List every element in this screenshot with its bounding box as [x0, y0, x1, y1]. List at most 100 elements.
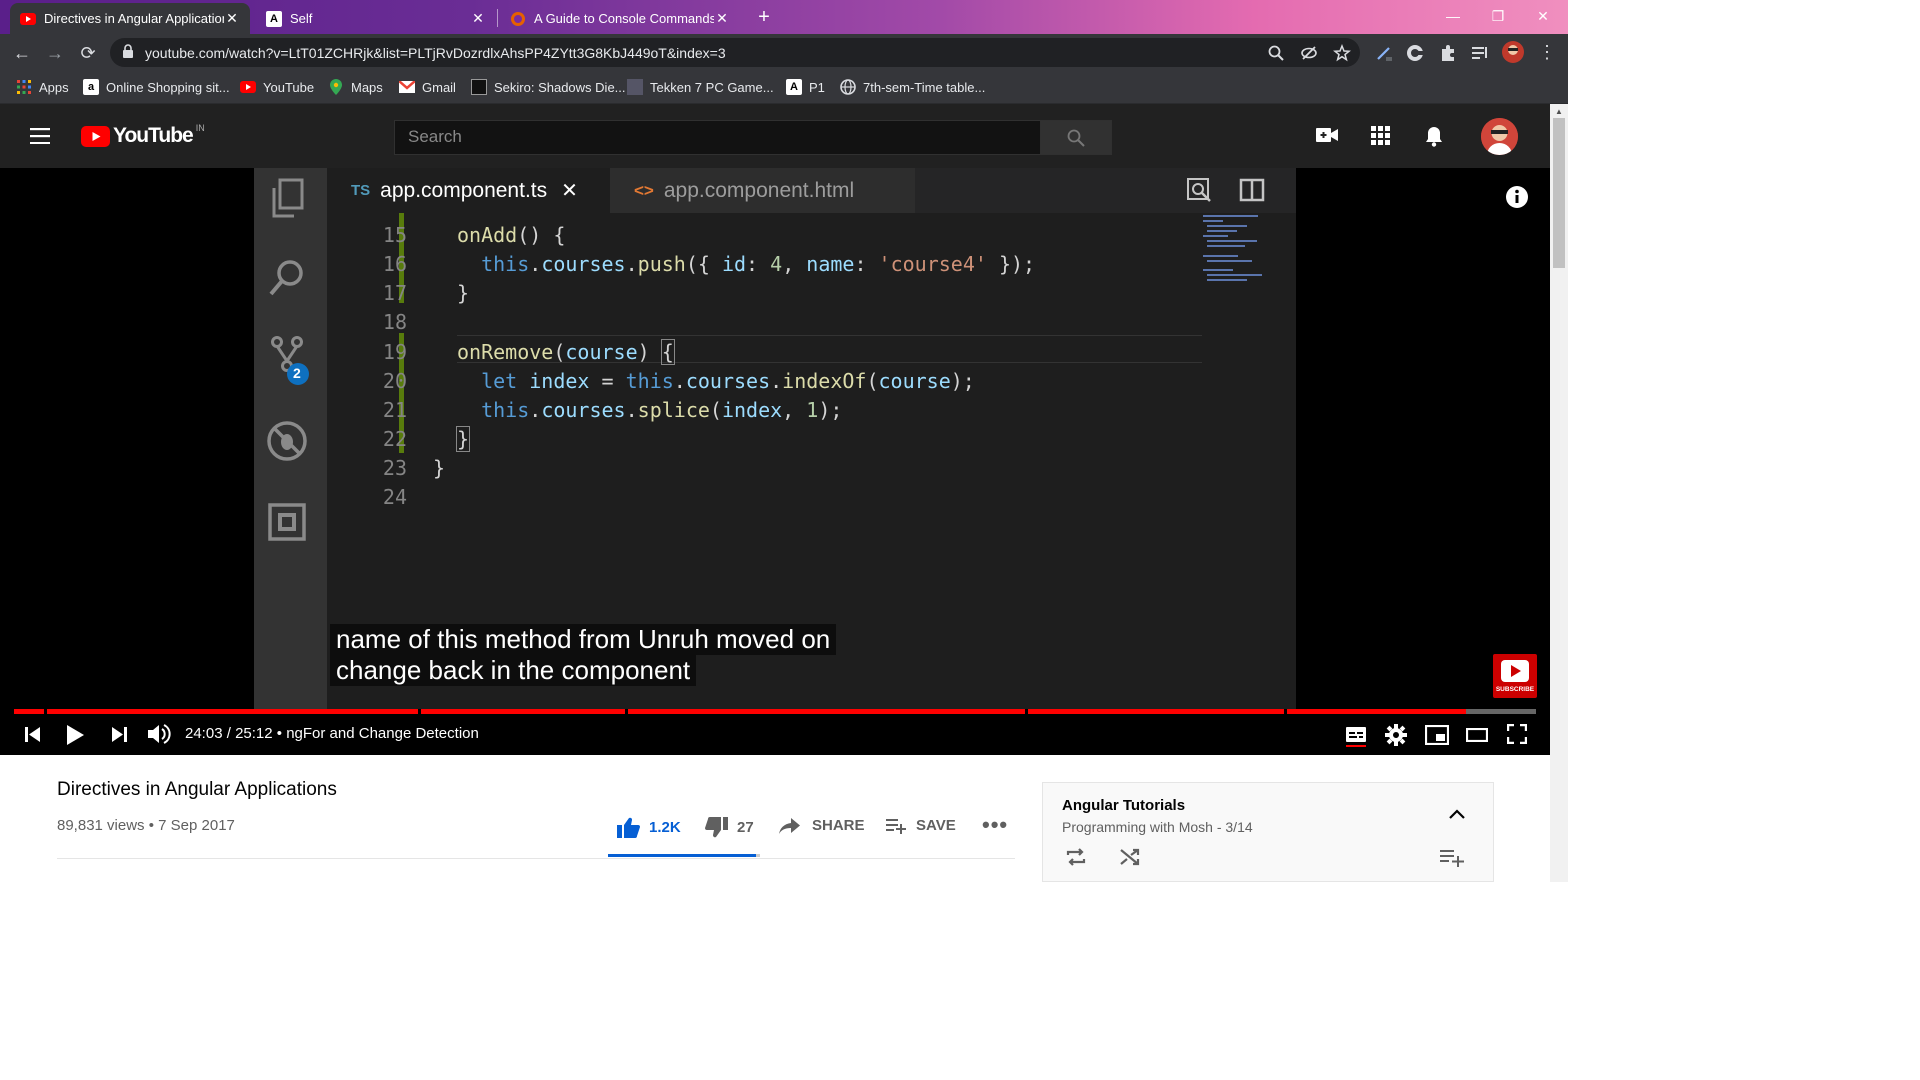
more-actions-icon[interactable]: ••• [982, 812, 1008, 838]
next-icon[interactable] [110, 726, 128, 743]
miniplayer-icon[interactable] [1425, 725, 1449, 745]
bookmark-youtube[interactable]: YouTube [240, 78, 314, 96]
chrome-menu-icon[interactable]: ⋮ [1538, 43, 1558, 63]
progress-played [14, 709, 1466, 714]
close-window-button[interactable]: ✕ [1520, 0, 1566, 32]
thumbs-down-icon [705, 817, 728, 838]
search-input[interactable]: Search [394, 120, 1041, 155]
chapter-title[interactable]: ngFor and Change Detection [286, 725, 479, 742]
theater-mode-icon[interactable] [1466, 728, 1488, 742]
create-video-icon[interactable] [1316, 126, 1338, 144]
playlist-add-icon[interactable] [1440, 849, 1464, 867]
shuffle-icon[interactable] [1119, 847, 1141, 867]
extensions-puzzle-icon[interactable] [1438, 43, 1458, 63]
tracking-off-icon[interactable] [1300, 44, 1318, 62]
bookmark-tekken[interactable]: Tekken 7 PC Game... [627, 78, 774, 96]
scrollbar-thumb[interactable] [1553, 118, 1565, 268]
sekiro-icon [471, 79, 487, 95]
sync-extension-icon[interactable] [1405, 43, 1425, 63]
minimize-button[interactable]: — [1430, 0, 1476, 32]
pen-extension-icon[interactable] [1374, 43, 1394, 63]
bookmark-sekiro[interactable]: Sekiro: Shadows Die... [471, 78, 626, 96]
new-tab-button[interactable]: + [752, 5, 776, 29]
tab-title: Self [290, 11, 313, 26]
bookmark-label: Online Shopping sit... [106, 79, 230, 95]
avatar[interactable] [1481, 118, 1518, 155]
chapter-marker [418, 709, 421, 714]
browser-tab[interactable]: A Guide to Console Commands | ✕ [500, 3, 740, 34]
bookmark-amazon[interactable]: a Online Shopping sit... [83, 78, 230, 96]
youtube-logo[interactable]: YouTube IN [81, 123, 205, 148]
bookmark-apps[interactable]: Apps [16, 78, 69, 96]
thumbs-up-icon [617, 817, 640, 838]
chevron-up-icon[interactable] [1449, 809, 1465, 819]
progress-bar[interactable] [14, 709, 1536, 714]
line-number: 20 [382, 369, 407, 393]
profile-avatar-icon[interactable] [1502, 41, 1524, 63]
playlist-channel[interactable]: Programming with Mosh [1062, 819, 1213, 835]
bookmark-label: Apps [39, 79, 69, 95]
line-number: 19 [382, 340, 407, 364]
back-button[interactable]: ← [9, 40, 35, 66]
chapter-marker [625, 709, 628, 714]
zoom-icon[interactable] [1267, 44, 1285, 62]
fullscreen-icon[interactable] [1507, 724, 1527, 744]
play-icon[interactable] [65, 724, 85, 746]
tab-close-icon[interactable]: ✕ [714, 10, 730, 27]
share-button[interactable]: SHARE [779, 817, 865, 834]
video-player[interactable]: 2 TS app.component.ts ✕ <> app.component… [0, 168, 1550, 755]
search-button[interactable] [1040, 120, 1112, 155]
chapter-marker [1025, 709, 1028, 714]
save-button[interactable]: SAVE [886, 817, 956, 834]
scroll-up-arrow-icon[interactable]: ▲ [1555, 107, 1563, 116]
share-label: SHARE [812, 817, 865, 834]
settings-gear-icon[interactable] [1385, 724, 1407, 746]
bookmark-star-icon[interactable] [1333, 44, 1351, 62]
menu-hamburger-icon[interactable] [30, 128, 50, 144]
info-icon[interactable] [1505, 185, 1529, 209]
country-code: IN [195, 123, 205, 133]
vscode-activity-bar: 2 [254, 168, 327, 713]
like-ratio-bar [608, 854, 760, 857]
playlist-title[interactable]: Angular Tutorials [1062, 797, 1185, 814]
browser-tab-active[interactable]: Directives in Angular Application ✕ [10, 3, 250, 34]
tab-close-icon[interactable]: ✕ [224, 10, 240, 27]
code-line: onAdd() { [457, 223, 566, 247]
code-line: this.courses.push({ id: 4, name: 'course… [481, 252, 1036, 276]
subtitles-icon[interactable] [1345, 725, 1367, 747]
chapter-marker [1284, 709, 1287, 714]
loop-icon[interactable] [1065, 847, 1087, 867]
address-bar[interactable]: youtube.com/watch?v=LtT01ZCHRjk&list=PLT… [110, 38, 1360, 67]
share-arrow-icon [779, 817, 800, 834]
caption-line: name of this method from Unruh moved on [330, 624, 837, 655]
time-display: 24:03 / 25:12 • ngFor and Change Detecti… [185, 725, 479, 742]
code-line: } [433, 456, 446, 480]
bookmark-maps[interactable]: Maps [328, 78, 383, 96]
restore-button[interactable]: ❐ [1475, 0, 1521, 32]
page-scrollbar[interactable]: ▲ [1550, 104, 1568, 882]
reload-button[interactable]: ⟳ [75, 40, 101, 66]
notifications-bell-icon[interactable] [1425, 126, 1443, 147]
media-queue-icon[interactable] [1470, 43, 1490, 63]
apps-grid-icon[interactable] [1371, 126, 1390, 145]
maps-pin-icon [328, 79, 344, 95]
previous-icon[interactable] [24, 726, 42, 743]
volume-icon[interactable] [147, 723, 171, 745]
bookmark-gmail[interactable]: Gmail [399, 78, 456, 96]
bookmark-label: Gmail [422, 79, 456, 95]
tab-close-icon[interactable]: ✕ [470, 10, 486, 27]
youtube-play-logo-icon [81, 125, 110, 147]
dislike-button[interactable]: 27 [705, 817, 754, 838]
line-number: 22 [382, 427, 407, 451]
line-number: 15 [382, 223, 407, 247]
line-number: 21 [382, 398, 407, 422]
bookmark-timetable[interactable]: 7th-sem-Time table... [840, 78, 985, 96]
forward-button[interactable]: → [42, 40, 68, 66]
bookmark-label: P1 [809, 79, 825, 95]
like-button[interactable]: 1.2K [617, 817, 681, 838]
playlist-subtitle: Programming with Mosh - 3/14 [1062, 819, 1253, 835]
subscribe-watermark[interactable]: SUBSCRIBE [1493, 654, 1537, 698]
bookmark-p1[interactable]: A P1 [786, 78, 825, 96]
browser-tab[interactable]: A Self ✕ [256, 3, 496, 34]
line-number: 16 [382, 252, 407, 276]
